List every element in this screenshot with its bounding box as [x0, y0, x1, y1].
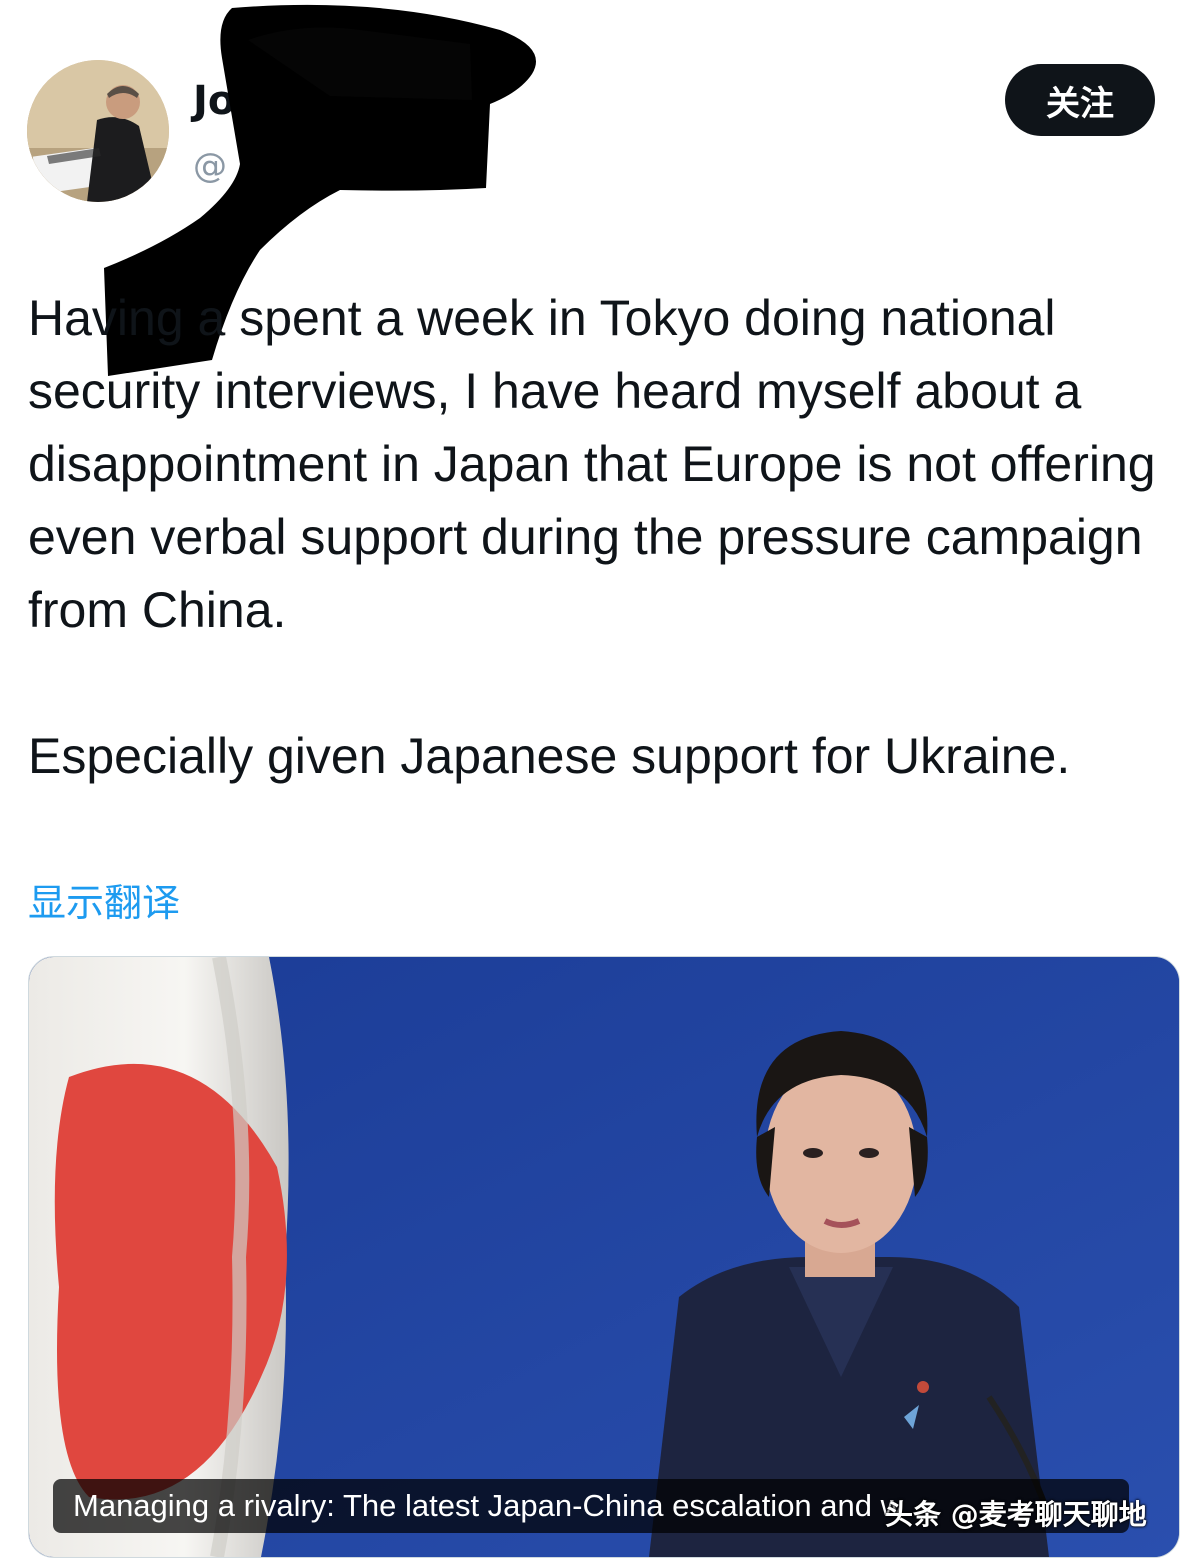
- avatar-photo: [27, 60, 169, 202]
- press-conference-photo: [29, 957, 1179, 1557]
- avatar[interactable]: [27, 60, 169, 202]
- tweet-text: Having a spent a week in Tokyo doing nat…: [28, 282, 1178, 793]
- tweet-paragraph: Having a spent a week in Tokyo doing nat…: [28, 290, 1156, 638]
- watermark: 头条 @麦考聊天聊地: [885, 1498, 1147, 1531]
- link-card-media[interactable]: Managing a rivalry: The latest Japan-Chi…: [28, 956, 1180, 1558]
- user-handle: @: [193, 146, 227, 186]
- follow-button[interactable]: 关注: [1005, 64, 1155, 136]
- show-translation-link[interactable]: 显示翻译: [28, 872, 180, 927]
- display-name[interactable]: Jo: [193, 78, 235, 124]
- tweet-paragraph: Especially given Japanese support for Uk…: [28, 728, 1071, 784]
